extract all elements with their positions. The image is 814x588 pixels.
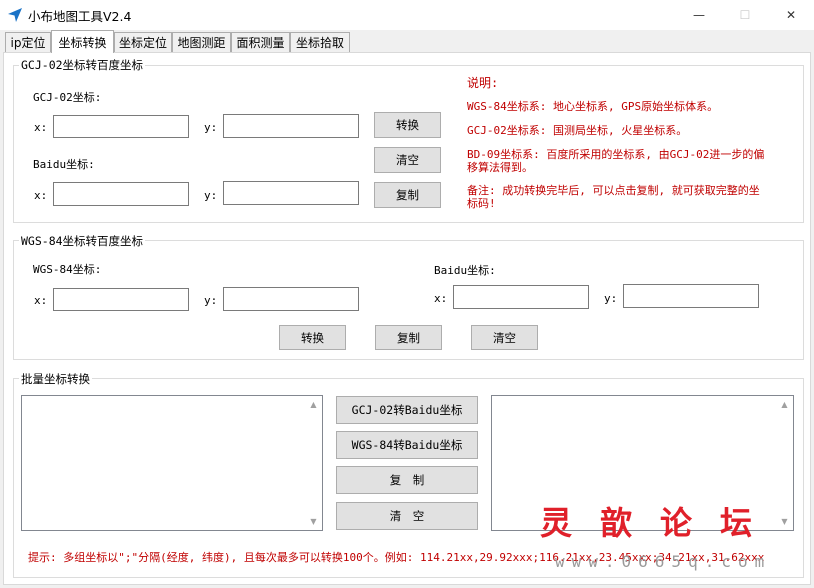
gcj-baidu-x-label: x:	[34, 189, 48, 202]
gcj-baidu-y-label: y:	[204, 189, 218, 202]
notes-wgs: WGS-84坐标系: 地心坐标系, GPS原始坐标体系。	[467, 100, 719, 113]
app-icon	[8, 8, 22, 22]
gcj-baidu-y-input[interactable]	[223, 181, 359, 205]
scroll-up-icon[interactable]: ▲	[776, 396, 793, 413]
batch-input-scrollbar[interactable]: ▲ ▼	[305, 396, 322, 530]
maximize-button: ☐	[722, 0, 768, 30]
wgs-baidu-y-input[interactable]	[623, 284, 759, 308]
scroll-up-icon[interactable]: ▲	[305, 396, 322, 413]
wgs-copy-button[interactable]: 复制	[375, 325, 442, 350]
batch-group-title: 批量坐标转换	[19, 371, 92, 387]
wgs-baidu-x-input[interactable]	[453, 285, 589, 309]
window-title: 小布地图工具V2.4	[28, 9, 132, 24]
notes-bd-line2: 移算法得到。	[467, 161, 533, 174]
wgs-x-label: x:	[34, 294, 48, 307]
wgs-convert-button[interactable]: 转换	[279, 325, 346, 350]
gcj-baidu-x-input[interactable]	[53, 182, 189, 206]
tab-area-measure[interactable]: 面积测量	[231, 32, 290, 52]
gcj-copy-button[interactable]: 复制	[374, 182, 441, 208]
gcj-x-input[interactable]	[53, 115, 189, 138]
notes-gcj: GCJ-02坐标系: 国测局坐标, 火星坐标系。	[467, 124, 688, 137]
maximize-icon: ☐	[739, 8, 751, 22]
minimize-button[interactable]: —	[676, 0, 722, 30]
gcj-to-baidu-batch-button[interactable]: GCJ-02转Baidu坐标	[336, 396, 478, 424]
wgs-baidu-y-label: y:	[604, 292, 618, 305]
wgs-group-title: WGS-84坐标转百度坐标	[19, 233, 146, 249]
batch-clear-button[interactable]: 清 空	[336, 502, 478, 530]
watermark-logo-text: 灵歆论坛	[540, 504, 781, 542]
close-button[interactable]: ✕	[768, 0, 814, 30]
tab-coordinate-pick[interactable]: 坐标拾取	[290, 32, 350, 52]
minimize-icon: —	[693, 8, 705, 22]
wgs-x-input[interactable]	[53, 288, 189, 311]
gcj-clear-button[interactable]: 清空	[374, 147, 441, 173]
notes-tip-line2: 标码!	[467, 197, 496, 210]
wgs-to-baidu-batch-button[interactable]: WGS-84转Baidu坐标	[336, 431, 478, 459]
notes-tip-line1: 备注: 成功转换完毕后, 可以点击复制, 就可获取完整的坐	[467, 184, 760, 197]
wgs-y-input[interactable]	[223, 287, 359, 311]
gcj-x-label: x:	[34, 121, 48, 134]
wgs-y-label: y:	[204, 294, 218, 307]
batch-input-textarea[interactable]: ▲ ▼	[21, 395, 323, 531]
gcj-group-title: GCJ-02坐标转百度坐标	[19, 57, 146, 73]
notes-bd-line1: BD-09坐标系: 百度所采用的坐标系, 由GCJ-02进一步的偏	[467, 148, 765, 161]
watermark-url: www.0665q.com	[555, 552, 772, 571]
batch-copy-button[interactable]: 复 制	[336, 466, 478, 494]
wgs-clear-button[interactable]: 清空	[471, 325, 538, 350]
gcj-y-label: y:	[204, 121, 218, 134]
tab-coordinate-convert[interactable]: 坐标转换	[51, 30, 114, 53]
wgs-coord-label: WGS-84坐标:	[33, 263, 102, 276]
gcj-convert-button[interactable]: 转换	[374, 112, 441, 138]
gcj-baidu-coord-label: Baidu坐标:	[33, 158, 95, 171]
notes-heading: 说明:	[467, 76, 499, 90]
wgs-baidu-coord-label: Baidu坐标:	[434, 264, 496, 277]
wgs-baidu-x-label: x:	[434, 292, 448, 305]
tab-coordinate-locate[interactable]: 坐标定位	[114, 32, 172, 52]
gcj-y-input[interactable]	[223, 114, 359, 138]
gcj-coord-label: GCJ-02坐标:	[33, 91, 102, 104]
tab-ip-location[interactable]: ip定位	[5, 32, 51, 52]
scroll-down-icon[interactable]: ▼	[305, 513, 322, 530]
close-icon: ✕	[785, 8, 797, 22]
tab-map-distance[interactable]: 地图测距	[172, 32, 231, 52]
